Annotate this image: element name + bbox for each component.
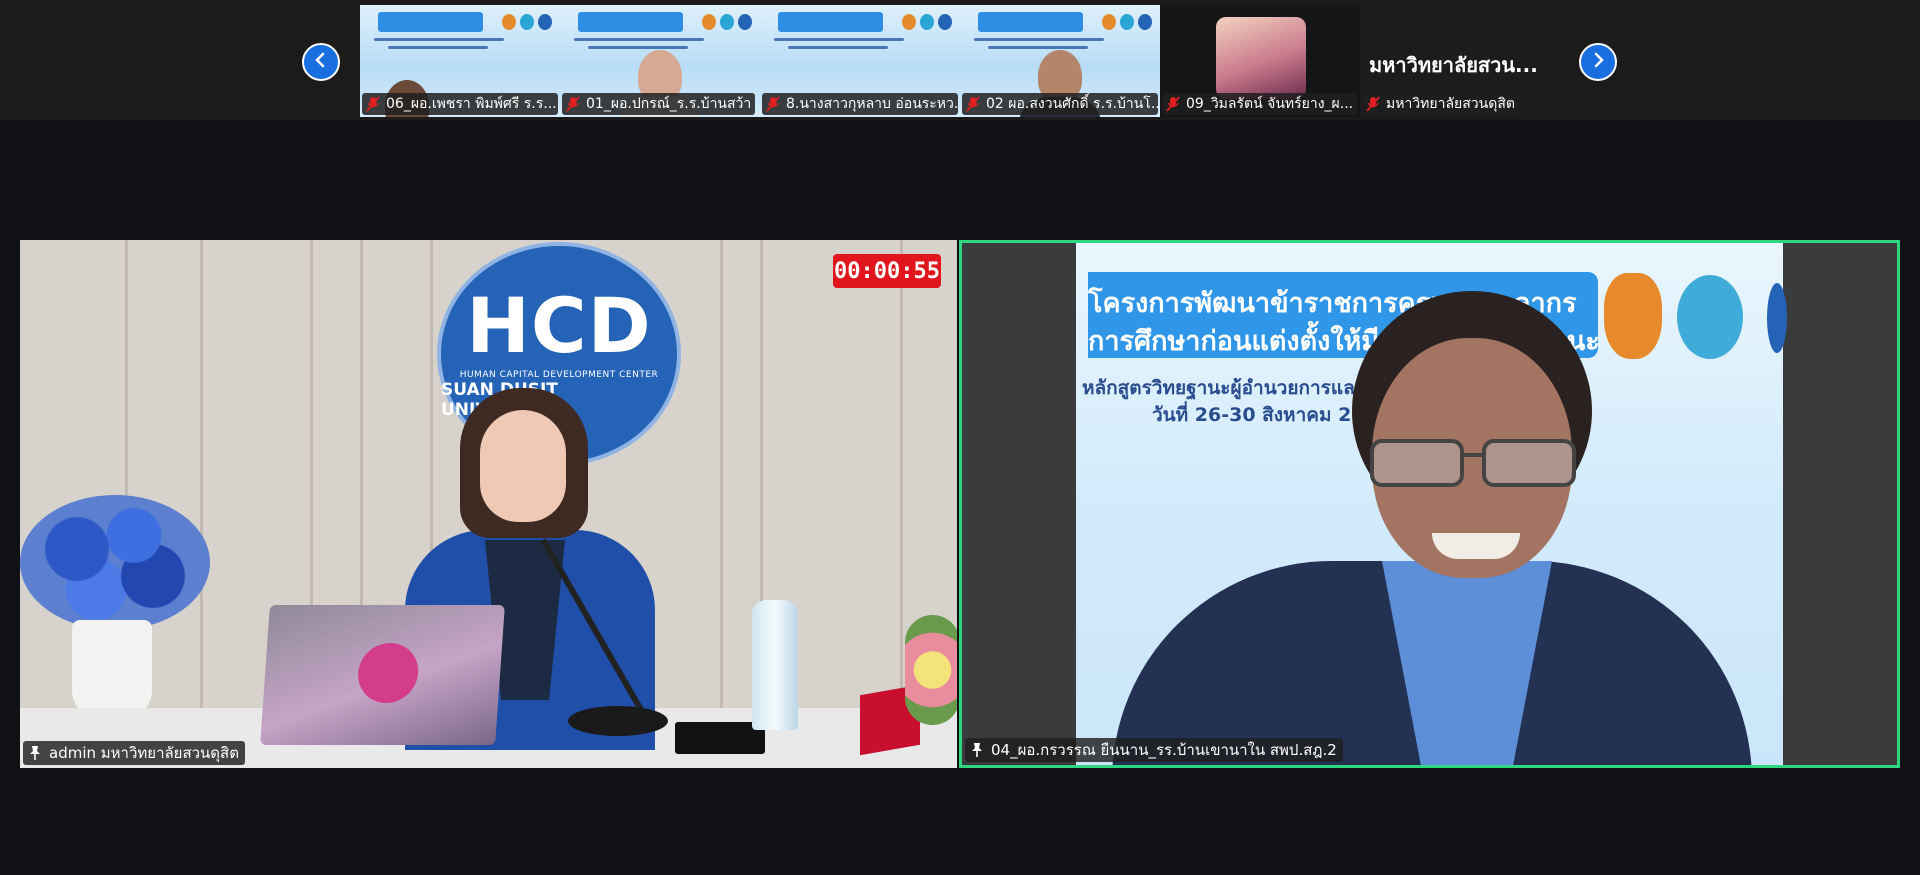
video-tile-label: admin มหาวิทยาลัยสวนดุสิต	[23, 741, 245, 765]
video-tile-active-speaker[interactable]: โครงการพัฒนาข้าราชการครูและบุคลากร การศึ…	[959, 240, 1900, 768]
next-page-button[interactable]	[1579, 43, 1617, 81]
water-bottle	[752, 600, 798, 730]
participant-name: 01_ผอ.ปกรณ์_ร.ร.บ้านสว้า	[586, 96, 752, 112]
slide-banner	[978, 12, 1083, 32]
participant-name-label: 01_ผอ.ปกรณ์_ร.ร.บ้านสว้า	[562, 93, 756, 115]
participant-name-label: 09_วิมลรัตน์ จันทร์ยาง_ผ...	[1162, 93, 1358, 115]
microphone-muted-icon	[1364, 95, 1382, 113]
participant-name-label: มหาวิทยาลัยสวนดุสิต	[1362, 93, 1519, 115]
slide-banner	[778, 12, 883, 32]
participant-display-name: มหาวิทยาลัยสวน...	[1369, 53, 1538, 77]
microphone-muted-icon	[1164, 95, 1182, 113]
microphone-muted-icon	[364, 95, 382, 113]
slide-banner	[578, 12, 683, 32]
participant-thumbnail[interactable]: 06_ผอ.เพชรา พิมพ์ศรี ร.ร....	[360, 5, 560, 117]
video-tile-label: 04_ผอ.กรวรรณ ยืนนาน_รร.บ้านเขานาใน สพป.ส…	[965, 738, 1343, 762]
participant-name: 09_วิมลรัตน์ จันทร์ยาง_ผ...	[1186, 96, 1354, 112]
participant-name: admin มหาวิทยาลัยสวนดุสิต	[49, 744, 239, 762]
chevron-left-icon	[313, 52, 329, 72]
laptop	[260, 605, 505, 745]
participant-name: 04_ผอ.กรวรรณ ยืนนาน_รร.บ้านเขานาใน สพป.ส…	[991, 741, 1337, 759]
participant-thumbnail[interactable]: มหาวิทยาลัยสวน... มหาวิทยาลัยสวนดุสิต	[1360, 5, 1560, 117]
video-tile-admin[interactable]: HCD HUMAN CAPITAL DEVELOPMENT CENTER SUA…	[20, 240, 957, 768]
pin-icon	[27, 745, 43, 761]
previous-page-button[interactable]	[302, 43, 340, 81]
pin-icon	[969, 742, 985, 758]
vase	[72, 620, 152, 720]
participant-avatar	[1216, 17, 1306, 99]
participant-thumbnail[interactable]: 8.นางสาวกุหลาบ อ่อนระหว...	[760, 5, 960, 117]
logo-subtitle: HUMAN CAPITAL DEVELOPMENT CENTER	[459, 370, 659, 380]
participant-thumbnail-strip: 06_ผอ.เพชรา พิมพ์ศรี ร.ร.... 01_ผอ.ปกรณ์…	[360, 5, 1560, 117]
participant-name-label: 8.นางสาวกุหลาบ อ่อนระหว...	[762, 93, 958, 115]
participant-name-label: 02 ผอ.สงวนศักดิ์ ร.ร.บ้านโ...	[962, 93, 1158, 115]
presenter-face	[480, 410, 566, 522]
flower-bouquet	[20, 495, 210, 630]
participant-name: 06_ผอ.เพชรา พิมพ์ศรี ร.ร....	[386, 96, 558, 112]
participant-name-label: 06_ผอ.เพชรา พิมพ์ศรี ร.ร....	[362, 93, 558, 115]
slide-banner	[378, 12, 483, 32]
chevron-right-icon	[1590, 52, 1606, 72]
logo-text: HCD	[466, 281, 652, 370]
participant-name: 8.นางสาวกุหลาบ อ่อนระหว...	[786, 96, 958, 112]
microphone-muted-icon	[764, 95, 782, 113]
ministry-logo	[1604, 273, 1662, 359]
participant-thumbnail[interactable]: 09_วิมลรัตน์ จันทร์ยาง_ผ...	[1160, 5, 1360, 117]
participant-name: มหาวิทยาลัยสวนดุสิต	[1386, 96, 1515, 112]
recording-timer: 00:00:55	[833, 254, 941, 288]
microphone-muted-icon	[964, 95, 982, 113]
microphone-muted-icon	[564, 95, 582, 113]
hcd-logo-partial	[1767, 283, 1787, 353]
participant-thumbnail[interactable]: 01_ผอ.ปกรณ์_ร.ร.บ้านสว้า	[560, 5, 760, 117]
participant-name: 02 ผอ.สงวนศักดิ์ ร.ร.บ้านโ...	[986, 96, 1158, 112]
speaker-glasses	[1370, 439, 1576, 487]
participant-thumbnail[interactable]: 02 ผอ.สงวนศักดิ์ ร.ร.บ้านโ...	[960, 5, 1160, 117]
university-logo	[1677, 275, 1743, 359]
